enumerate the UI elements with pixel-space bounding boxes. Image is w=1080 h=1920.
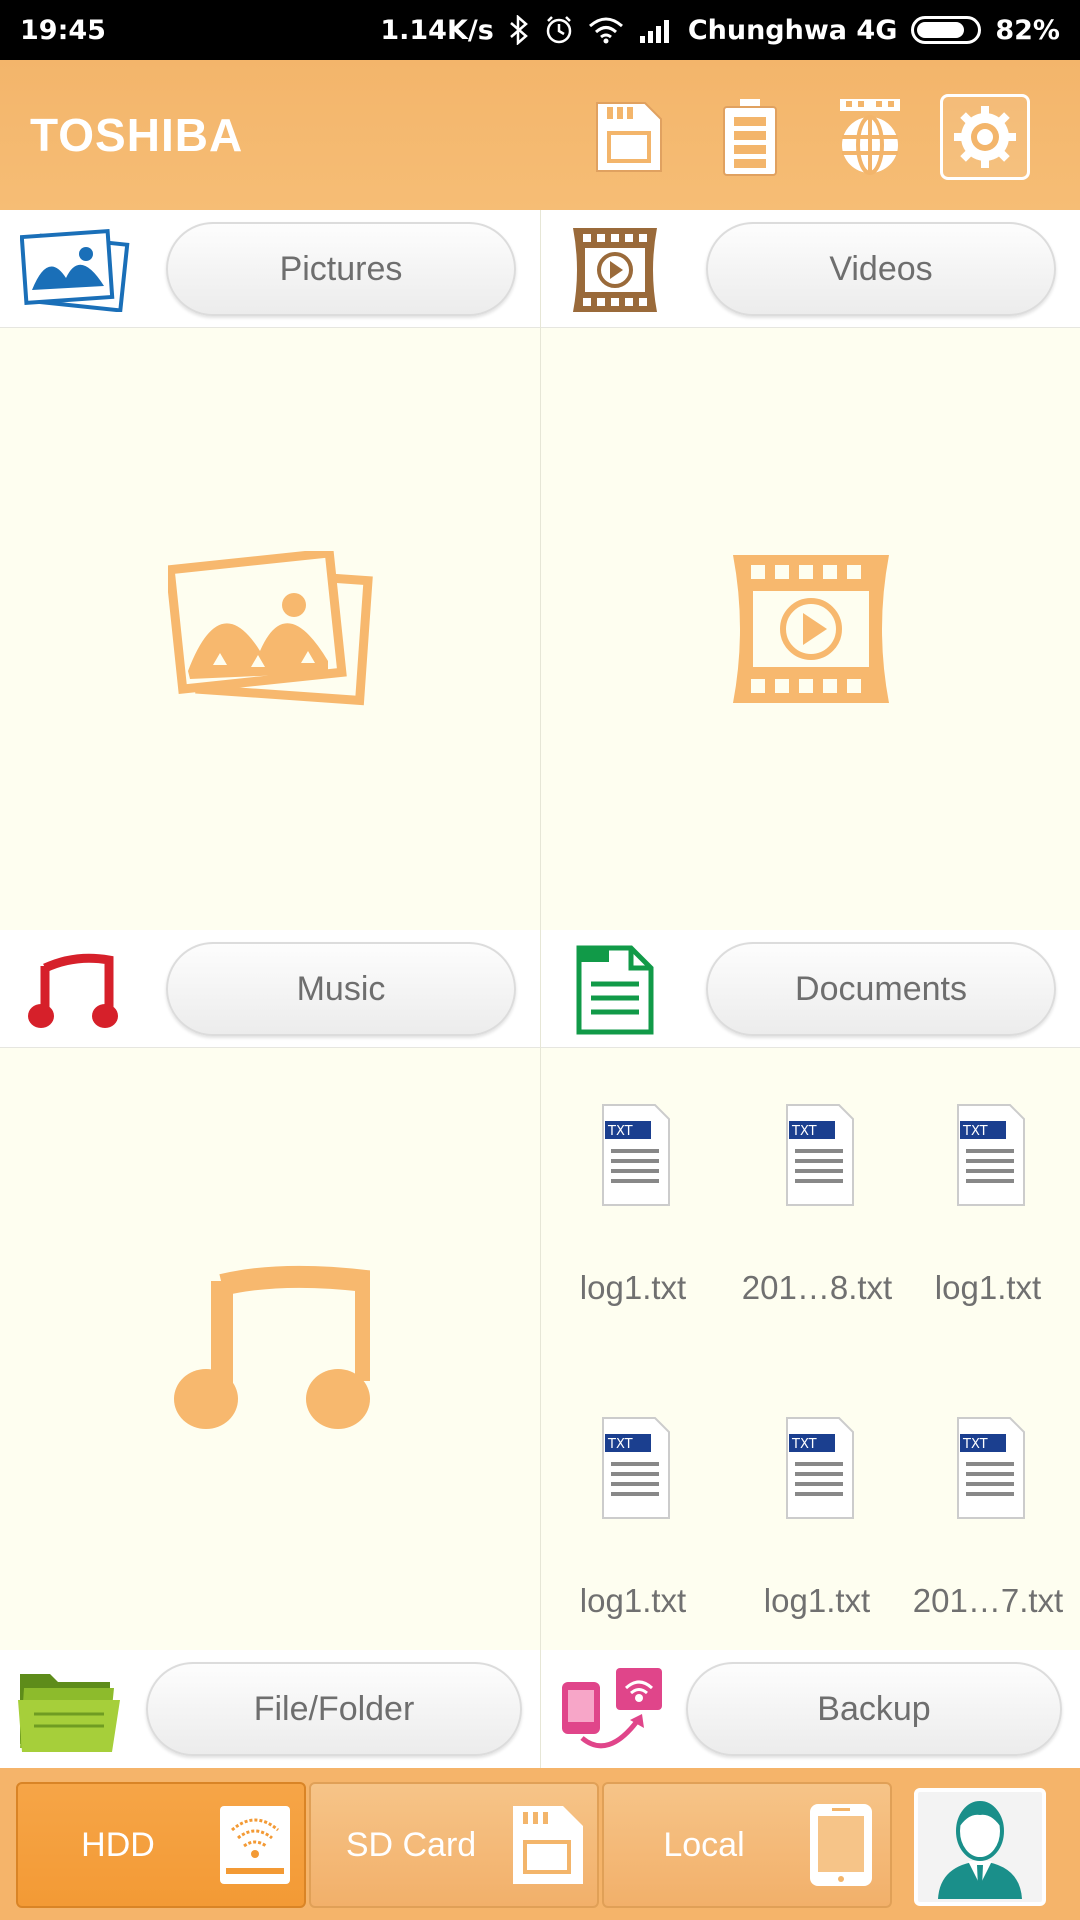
music-icon [20,944,130,1036]
net-speed: 1.14K/s [380,14,494,46]
wifi-icon [588,16,624,44]
txt-file-icon: TXT [786,1104,854,1206]
documents-button[interactable]: Documents [706,942,1056,1036]
svg-text:TXT: TXT [962,1124,988,1139]
signal-bars-icon [638,16,674,44]
txt-file-icon: TXT [957,1104,1025,1206]
svg-text:TXT: TXT [607,1124,633,1139]
battery-fill [917,22,964,38]
pictures-icon [20,224,130,316]
app-header: TOSHIBA [0,60,1080,210]
documents-icon [560,944,670,1036]
txt-file-icon: TXT [602,1104,670,1206]
tab-local[interactable]: Local [602,1782,892,1908]
sd-card-button[interactable] [584,94,674,180]
videos-button[interactable]: Videos [706,222,1056,316]
battery-percent: 82% [995,14,1060,46]
file-item[interactable]: TXT 201…8.txt [725,1101,909,1361]
file-item[interactable]: TXT log1.txt [725,1414,909,1674]
documents-category: Documents [540,930,1080,1048]
videos-category: Videos [540,210,1080,328]
column-divider [540,210,541,1770]
pictures-category: Pictures [0,210,540,328]
file-name: 201…8.txt [741,1269,893,1306]
file-item[interactable]: TXT log1.txt [896,1101,1080,1361]
status-time: 19:45 [20,14,106,46]
tab-local-label: Local [663,1825,745,1864]
bluetooth-icon [508,15,530,45]
documents-panel: TXT log1.txt TXT 201…8.txt TXT log1.txt … [541,1049,1080,1649]
sd-card-icon [596,102,662,172]
tab-hdd[interactable]: HDD [16,1782,306,1908]
videos-panel[interactable] [541,329,1080,929]
user-profile-button[interactable] [914,1788,1046,1906]
file-item[interactable]: TXT 201…7.txt [896,1414,1080,1674]
file-name: log1.txt [763,1582,871,1619]
alarm-clock-icon [544,15,574,45]
music-button[interactable]: Music [166,942,516,1036]
brand-logo: TOSHIBA [30,109,244,161]
pictures-placeholder-icon [168,551,373,706]
music-panel[interactable] [0,1049,540,1649]
svg-text:TXT: TXT [607,1437,633,1452]
backup-icon [558,1664,668,1756]
svg-text:TXT: TXT [791,1124,817,1139]
txt-file-icon: TXT [602,1417,670,1519]
svg-text:TXT: TXT [962,1437,988,1452]
txt-file-icon: TXT [957,1417,1025,1519]
storage-tab-bar: HDD SD Card Local [0,1768,1080,1920]
user-avatar-icon [938,1801,1022,1899]
phone-icon [810,1804,872,1886]
file-folder-button[interactable]: File/Folder [146,1662,522,1756]
file-name: log1.txt [579,1269,687,1306]
tab-sd-card[interactable]: SD Card [309,1782,599,1908]
file-name: log1.txt [934,1269,1042,1306]
battery-indicator [911,16,982,44]
file-folder-category: File/Folder [0,1650,540,1768]
backup-category: Backup [540,1650,1080,1768]
tab-hdd-label: HDD [81,1825,155,1864]
wireless-hdd-icon [220,1806,290,1884]
network-globe-icon [840,99,900,175]
file-item[interactable]: TXT log1.txt [541,1101,725,1361]
settings-gear-icon [954,106,1016,168]
svg-text:TXT: TXT [791,1437,817,1452]
network-button[interactable] [825,94,915,180]
pictures-button[interactable]: Pictures [166,222,516,316]
sd-card-icon [513,1806,583,1884]
backup-button[interactable]: Backup [686,1662,1062,1756]
folder-icon [14,1664,124,1756]
status-indicators: 1.14K/s Chunghwa 4G 82% [380,15,1060,46]
tab-sd-card-label: SD Card [345,1825,477,1864]
videos-icon [560,224,670,316]
file-name: log1.txt [579,1582,687,1619]
pictures-panel[interactable] [0,329,540,929]
file-name: 201…7.txt [912,1582,1064,1619]
videos-placeholder-icon [733,555,889,703]
settings-button[interactable] [940,94,1030,180]
music-category: Music [0,930,540,1048]
carrier-name: Chunghwa 4G [687,14,898,46]
txt-file-icon: TXT [786,1417,854,1519]
file-item[interactable]: TXT log1.txt [541,1414,725,1674]
battery-button[interactable] [705,94,795,180]
battery-icon [723,99,777,176]
music-placeholder-icon [174,1265,370,1429]
status-bar: 19:45 1.14K/s Chunghwa 4G 82% [0,0,1080,60]
